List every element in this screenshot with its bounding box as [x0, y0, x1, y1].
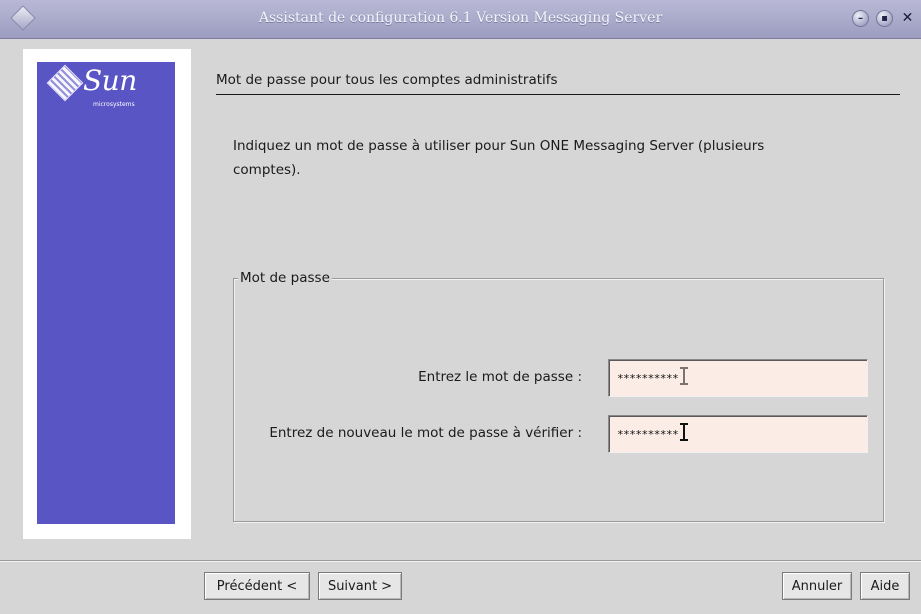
- confirm-password-field[interactable]: [608, 415, 868, 453]
- window-title: Assistant de configuration 6.1 Version M…: [258, 10, 663, 26]
- heading-divider: [216, 94, 900, 95]
- maximize-icon[interactable]: ▪: [876, 10, 893, 27]
- text-cursor-icon: [680, 423, 688, 441]
- next-button[interactable]: Suivant >: [318, 572, 402, 600]
- logo-text: Sun: [83, 64, 137, 97]
- sidebar-banner: Sun microsystems: [37, 62, 175, 524]
- close-icon[interactable]: ✕: [899, 10, 916, 27]
- password-field[interactable]: [608, 359, 868, 397]
- cancel-button[interactable]: Annuler: [782, 572, 852, 600]
- password-group: [233, 278, 884, 522]
- sidebar-panel: Sun microsystems: [23, 49, 191, 539]
- help-button[interactable]: Aide: [860, 572, 910, 600]
- footer-divider: [0, 560, 921, 562]
- sun-logo-icon: [46, 64, 84, 102]
- page-description: Indiquez un mot de passe à utiliser pour…: [233, 138, 765, 178]
- page-heading: Mot de passe pour tous les comptes admin…: [216, 72, 558, 88]
- title-bar: Assistant de configuration 6.1 Version M…: [0, 0, 921, 39]
- minimize-icon[interactable]: –: [852, 10, 869, 27]
- confirm-password-label: Entrez de nouveau le mot de passe à véri…: [269, 425, 582, 441]
- previous-button[interactable]: Précédent <: [204, 572, 310, 600]
- password-label: Entrez le mot de passe :: [418, 369, 582, 385]
- logo-subtitle: microsystems: [93, 101, 135, 108]
- password-group-label: Mot de passe: [238, 270, 332, 286]
- text-cursor-icon: [680, 367, 688, 385]
